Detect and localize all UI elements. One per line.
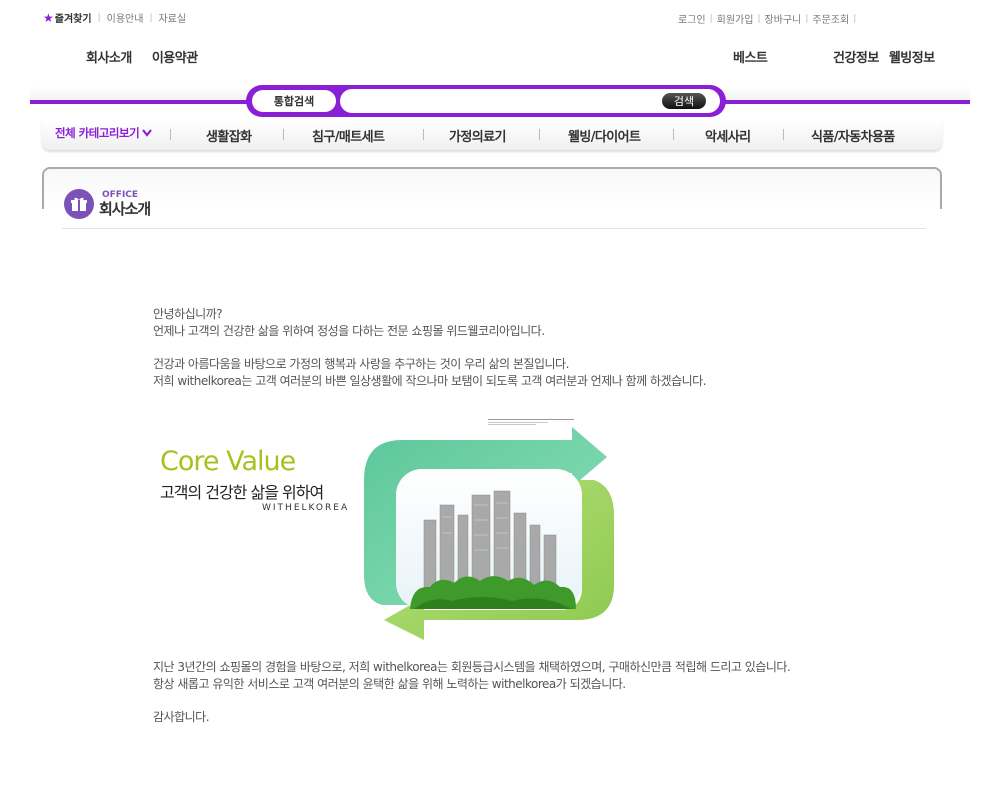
search-input[interactable] (350, 91, 650, 111)
divider (783, 129, 784, 140)
intro-paragraph-2: 건강과 아름다움을 바탕으로 가정의 행복과 사랑을 추구하는 것이 우리 삶의… (153, 357, 707, 388)
divider (283, 129, 284, 140)
cart-link[interactable]: 장바구니 (765, 11, 802, 26)
separator: | (97, 12, 101, 23)
order-link[interactable]: 주문조회 (812, 11, 849, 26)
main-nav-right: 건강정보 웰빙정보 (833, 47, 935, 66)
nav-health[interactable]: 건강정보 (833, 47, 879, 66)
category-item[interactable]: 악세사리 (705, 126, 751, 145)
all-categories-toggle[interactable]: 전체 카테고리보기 (55, 125, 153, 141)
category-item[interactable]: 식품/자동차용품 (811, 126, 895, 145)
title-divider (62, 228, 926, 229)
category-item[interactable]: 가정의료기 (449, 126, 506, 145)
divider (170, 129, 171, 140)
category-item[interactable]: 생활잡화 (206, 126, 252, 145)
bookmark-link[interactable]: ★ 즐겨찾기 (43, 10, 92, 26)
resources-link[interactable]: 자료실 (158, 10, 186, 25)
category-item[interactable]: 침구/매트세트 (312, 126, 385, 145)
gift-icon (64, 189, 94, 219)
search-scope-label[interactable]: 통합검색 (252, 90, 336, 112)
join-link[interactable]: 회원가입 (717, 11, 754, 26)
core-value-brand: WITHELKOREA (262, 503, 350, 513)
main-nav-left: 회사소개 이용약관 (86, 47, 198, 66)
nav-terms[interactable]: 이용약관 (152, 47, 198, 66)
category-bar: 전체 카테고리보기 생활잡화 침구/매트세트 가정의료기 웰빙/다이어트 악세사… (42, 120, 942, 150)
separator: | (757, 13, 761, 24)
search-button[interactable]: 검색 (662, 93, 706, 109)
separator: | (805, 13, 809, 24)
search-field-wrap: 검색 (340, 89, 720, 113)
separator: | (853, 13, 857, 24)
intro-paragraph-3: 지난 3년간의 쇼핑몰의 경험을 바탕으로, 저희 withelkorea는 회… (153, 660, 791, 691)
intro-paragraph-1: 안녕하십니까? 언제나 고객의 건강한 삶을 위하여 정성을 다하는 전문 쇼핑… (153, 307, 545, 338)
login-link[interactable]: 로그인 (678, 11, 706, 26)
divider (423, 129, 424, 140)
nav-company[interactable]: 회사소개 (86, 47, 132, 66)
utility-links-left: ★ 즐겨찾기 | 이용안내 | 자료실 (43, 10, 186, 26)
divider (539, 129, 540, 140)
intro-paragraph-4: 감사합니다. (153, 710, 210, 724)
utility-links-right: 로그인 | 회원가입 | 장바구니 | 주문조회 | (678, 11, 860, 27)
divider (673, 129, 674, 140)
core-value-subtitle: 고객의 건강한 삶을 위하여 (160, 483, 324, 502)
core-value-cycle-illustration (364, 427, 614, 640)
nav-wellbeing[interactable]: 웰빙정보 (889, 47, 935, 66)
page-title: 회사소개 (99, 200, 151, 218)
star-icon: ★ (43, 10, 54, 25)
separator: | (149, 12, 153, 23)
separator: | (709, 13, 713, 24)
search-bar: 통합검색 검색 (246, 85, 726, 117)
guide-link[interactable]: 이용안내 (107, 10, 144, 25)
chevron-down-icon (142, 126, 153, 140)
nav-best[interactable]: 베스트 (733, 47, 768, 66)
category-item[interactable]: 웰빙/다이어트 (568, 126, 641, 145)
core-value-title: Core Value (160, 446, 296, 477)
